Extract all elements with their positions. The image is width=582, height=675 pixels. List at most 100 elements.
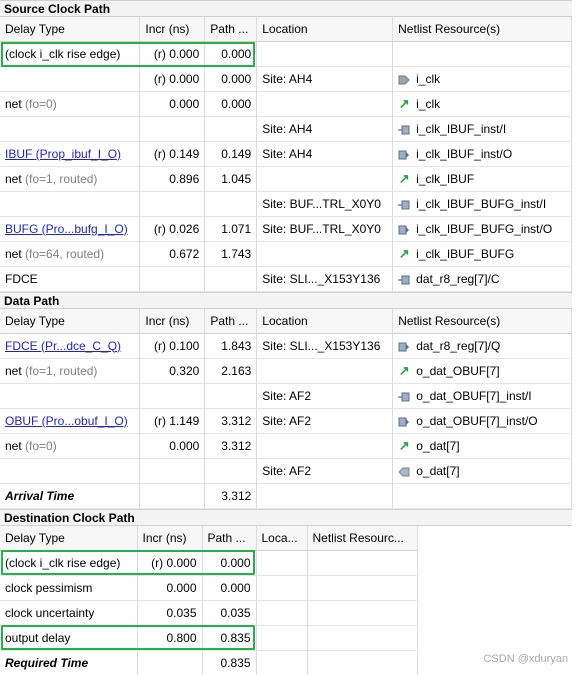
netlist-resource[interactable]: i_clk_IBUF_BUFG_inst/I: [398, 197, 566, 211]
delay-type-cell[interactable]: IBUF (Prop_ibuf_I_O): [0, 141, 141, 167]
header-netlist-resource[interactable]: Netlist Resource(s): [392, 17, 572, 42]
table-row[interactable]: net (fo=64, routed) 0.672 1.743 ↗ i_clk_IBUF…: [0, 241, 572, 267]
header-netlist-resource[interactable]: Netlist Resourc...: [307, 526, 418, 551]
netlist-resource[interactable]: dat_r8_reg[7]/C: [398, 272, 566, 286]
netlist-resource[interactable]: o_dat_OBUF[7]_inst/I: [398, 389, 566, 403]
location-cell: Site: AF2: [256, 458, 394, 484]
data-path-section: Data Path Delay Type Incr (ns) Path ... Loc…: [0, 292, 572, 509]
table-row[interactable]: Site: AF2 o_dat[7]: [0, 458, 572, 484]
fanout-info: (fo=64, routed): [25, 246, 105, 261]
delay-type-cell: [0, 66, 141, 92]
incr-cell: [139, 116, 206, 142]
netlist-resource-label: o_dat_OBUF[7]_inst/I: [416, 388, 532, 403]
netlist-resource-cell: [307, 575, 418, 601]
path-cell: 2.163: [204, 358, 258, 384]
section-title: Data Path: [0, 292, 572, 309]
header-location[interactable]: Loca...: [256, 526, 308, 551]
delay-type-cell: (clock i_clk rise edge): [0, 550, 138, 576]
source-clock-path-table: Delay Type Incr (ns) Path ... Location Netli…: [0, 17, 572, 292]
incr-cell: (r) 0.000: [139, 66, 206, 92]
net-icon: ↗: [398, 437, 410, 453]
delay-type-link[interactable]: IBUF (Prop_ibuf_I_O): [5, 147, 121, 161]
netlist-resource[interactable]: dat_r8_reg[7]/Q: [398, 339, 566, 353]
table-row[interactable]: Site: AH4 i_clk_IBUF_inst/I: [0, 116, 572, 142]
path-cell: 1.843: [204, 333, 258, 359]
delay-type-label: clock pessimism: [5, 580, 93, 595]
header-incr[interactable]: Incr (ns): [139, 17, 206, 42]
table-row[interactable]: clock uncertainty 0.035 0.035: [0, 600, 418, 626]
netlist-resource-label: dat_r8_reg[7]/C: [416, 271, 500, 286]
header-delay-type[interactable]: Delay Type: [0, 309, 141, 334]
netlist-resource-cell: [307, 550, 418, 576]
delay-type-cell[interactable]: FDCE (Pr...dce_C_Q): [0, 333, 141, 359]
fanout-info: (fo=1, routed): [25, 171, 98, 186]
netlist-resource[interactable]: o_dat_OBUF[7]_inst/O: [398, 414, 566, 428]
header-delay-type[interactable]: Delay Type: [0, 526, 138, 551]
table-row[interactable]: net (fo=0) 0.000 3.312 ↗ o_dat[7]: [0, 433, 572, 459]
header-delay-type[interactable]: Delay Type: [0, 17, 141, 42]
path-cell: 0.149: [204, 141, 258, 167]
fanout-info: (fo=0): [25, 438, 57, 453]
location-cell: Site: SLI..._X153Y136: [256, 266, 394, 292]
netlist-resource-cell: ↗ o_dat[7]: [392, 433, 572, 459]
delay-type-cell: Arrival Time: [0, 483, 141, 509]
netlist-resource[interactable]: ↗ o_dat_OBUF[7]: [398, 363, 566, 379]
netlist-resource[interactable]: ↗ i_clk_IBUF_BUFG: [398, 246, 566, 262]
header-path[interactable]: Path ...: [202, 526, 257, 551]
incr-cell: (r) 0.000: [139, 41, 206, 67]
delay-type-link[interactable]: FDCE (Pr...dce_C_Q): [5, 339, 121, 353]
path-cell: [204, 458, 258, 484]
delay-type-cell[interactable]: BUFG (Pro...bufg_I_O): [0, 216, 141, 242]
netlist-resource[interactable]: ↗ o_dat[7]: [398, 438, 566, 454]
netlist-resource-label: i_clk_IBUF_BUFG_inst/O: [416, 221, 553, 236]
incr-cell: (r) 1.149: [139, 408, 206, 434]
netlist-resource[interactable]: i_clk_IBUF_inst/O: [398, 147, 566, 161]
header-location[interactable]: Location: [256, 309, 394, 334]
header-incr[interactable]: Incr (ns): [137, 526, 203, 551]
netlist-resource-label: o_dat_OBUF[7]: [416, 363, 500, 378]
path-cell: 0.835: [202, 650, 257, 675]
table-row[interactable]: clock pessimism 0.000 0.000: [0, 575, 418, 601]
header-path[interactable]: Path ...: [204, 17, 258, 42]
table-row[interactable]: (clock i_clk rise edge) (r) 0.000 0.000: [0, 550, 418, 576]
location-cell: Site: AH4: [256, 116, 394, 142]
table-row[interactable]: OBUF (Pro...obuf_I_O) (r) 1.149 3.312 Site:…: [0, 408, 572, 434]
netlist-resource[interactable]: ↗ i_clk_IBUF: [398, 171, 566, 187]
table-row[interactable]: net (fo=1, routed) 0.320 2.163 ↗ o_dat_OBUF[…: [0, 358, 572, 384]
netlist-resource[interactable]: i_clk_IBUF_BUFG_inst/O: [398, 222, 566, 236]
netlist-resource[interactable]: i_clk_IBUF_inst/I: [398, 122, 566, 136]
table-row[interactable]: (r) 0.000 0.000 Site: AH4 i_clk: [0, 66, 572, 92]
table-row[interactable]: Site: AF2 o_dat_OBUF[7]_inst/I: [0, 383, 572, 409]
destination-clock-path-section: Destination Clock Path Delay Type Incr (n…: [0, 509, 572, 675]
incr-cell: 0.672: [139, 241, 206, 267]
header-location[interactable]: Location: [256, 17, 394, 42]
table-row[interactable]: FDCE Site: SLI..._X153Y136 dat_r8_reg[7]/C: [0, 266, 572, 292]
delay-type-label: net: [5, 171, 22, 186]
delay-type-label: net: [5, 438, 22, 453]
netlist-resource[interactable]: o_dat[7]: [398, 464, 566, 478]
table-row[interactable]: FDCE (Pr...dce_C_Q) (r) 0.100 1.843 Site: S…: [0, 333, 572, 359]
table-row[interactable]: net (fo=0) 0.000 0.000 ↗ i_clk: [0, 91, 572, 117]
table-row[interactable]: (clock i_clk rise edge) (r) 0.000 0.000: [0, 41, 572, 67]
table-row[interactable]: Required Time 0.835: [0, 650, 418, 675]
table-row[interactable]: IBUF (Prop_ibuf_I_O) (r) 0.149 0.149 Site: …: [0, 141, 572, 167]
delay-type-label: clock uncertainty: [5, 605, 95, 620]
table-row[interactable]: Arrival Time 3.312: [0, 483, 572, 509]
table-row[interactable]: Site: BUF...TRL_X0Y0 i_clk_IBUF_BUFG_inst…: [0, 191, 572, 217]
delay-type-cell: clock pessimism: [0, 575, 138, 601]
location-cell: [256, 550, 308, 576]
delay-type-link[interactable]: BUFG (Pro...bufg_I_O): [5, 222, 128, 236]
delay-type-link[interactable]: OBUF (Pro...obuf_I_O): [5, 414, 128, 428]
header-path[interactable]: Path ...: [204, 309, 258, 334]
path-cell: 0.000: [202, 575, 257, 601]
table-row[interactable]: output delay 0.800 0.835: [0, 625, 418, 651]
table-row[interactable]: BUFG (Pro...bufg_I_O) (r) 0.026 1.071 Site:…: [0, 216, 572, 242]
netlist-resource[interactable]: ↗ i_clk: [398, 96, 566, 112]
output-port-icon: [398, 466, 410, 476]
header-netlist-resource[interactable]: Netlist Resource(s): [392, 309, 572, 334]
netlist-resource[interactable]: i_clk: [398, 72, 566, 86]
header-incr[interactable]: Incr (ns): [139, 309, 206, 334]
delay-type-cell[interactable]: OBUF (Pro...obuf_I_O): [0, 408, 141, 434]
table-row[interactable]: net (fo=1, routed) 0.896 1.045 ↗ i_clk_IBUF: [0, 166, 572, 192]
netlist-resource-cell: o_dat_OBUF[7]_inst/O: [392, 408, 572, 434]
